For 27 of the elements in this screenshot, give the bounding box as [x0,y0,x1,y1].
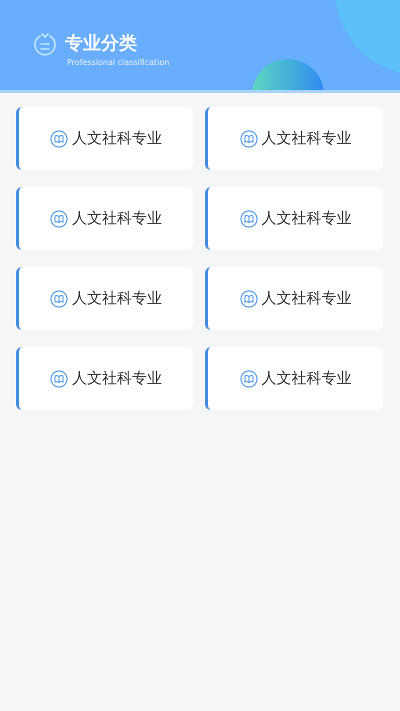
category-label: 人文社科专业 [72,369,162,388]
category-card[interactable]: 人文社科专业 [16,267,193,330]
book-icon [240,290,258,308]
book-icon [50,130,68,148]
book-icon [50,210,68,228]
book-icon [240,370,258,388]
category-label: 人文社科专业 [262,289,352,308]
category-label: 人文社科专业 [72,209,162,228]
list-icon [33,32,57,58]
category-card[interactable]: 人文社科专业 [16,107,193,170]
category-card[interactable]: 人文社科专业 [205,267,383,330]
category-label: 人文社科专业 [262,129,352,148]
category-label: 人文社科专业 [262,209,352,228]
category-card[interactable]: 人文社科专业 [205,107,383,170]
category-label: 人文社科专业 [72,129,162,148]
category-card[interactable]: 人文社科专业 [205,347,383,410]
book-icon [50,370,68,388]
category-label: 人文社科专业 [262,369,352,388]
page-title: 专业分类 [65,32,138,55]
book-icon [50,290,68,308]
category-card[interactable]: 人文社科专业 [16,187,193,250]
book-icon [240,130,258,148]
category-label: 人文社科专业 [72,289,162,308]
book-icon [240,210,258,228]
category-card[interactable]: 人文社科专业 [205,187,383,250]
page-subtitle: Professional classification [67,58,170,67]
category-card[interactable]: 人文社科专业 [16,347,193,410]
